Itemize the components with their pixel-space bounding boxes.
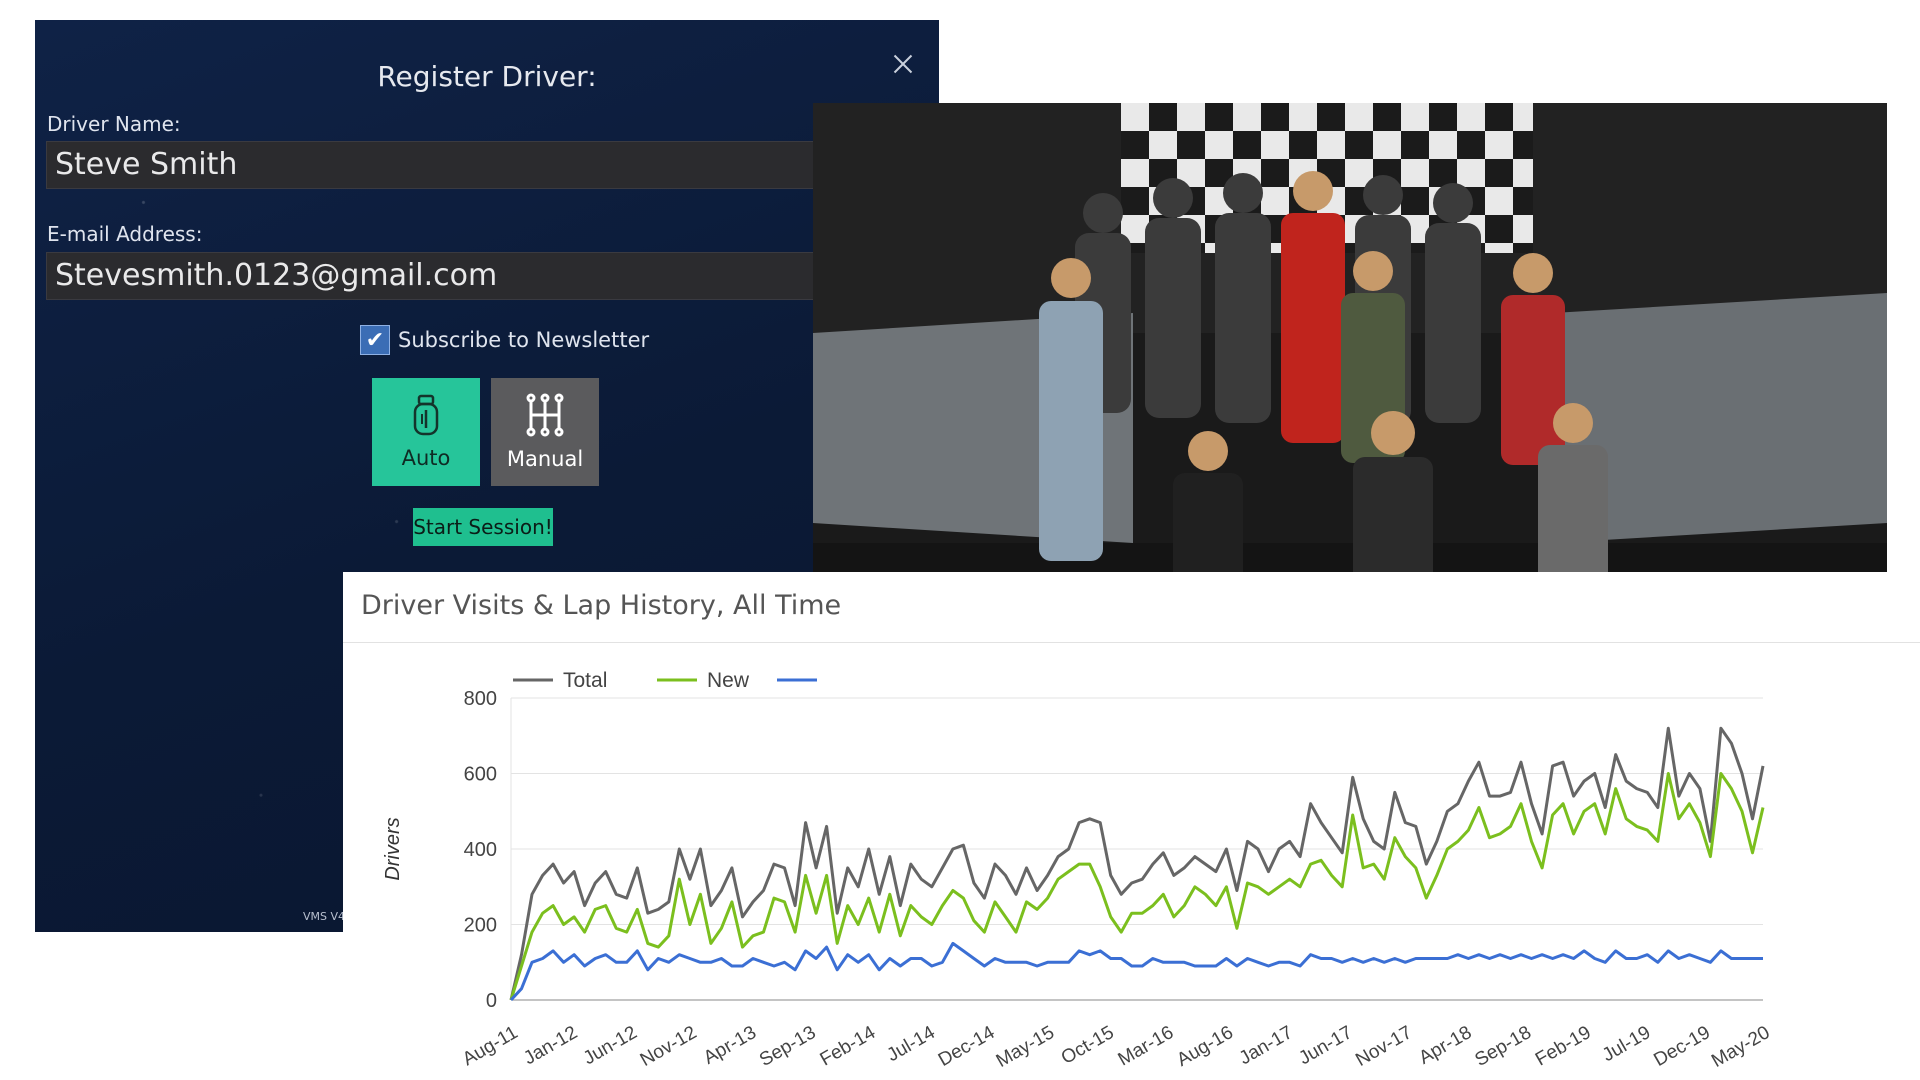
x-tick-label: May-15 [993,1022,1058,1072]
x-tick-label: Feb-14 [817,1022,880,1071]
legend-label: New [707,669,750,692]
email-label: E-mail Address: [47,222,203,246]
x-tick-label: Nov-12 [637,1022,701,1071]
x-tick-label: Jun-12 [580,1022,641,1069]
x-tick-label: Apr-18 [1416,1022,1476,1069]
checkmark-icon: ✔ [365,327,385,353]
line-chart: 0200400600800DriversAug-11Jan-12Jun-12No… [382,669,1774,1072]
newsletter-label: Subscribe to Newsletter [398,328,650,352]
x-tick-label: Jul-19 [1599,1022,1654,1066]
x-tick-label: Nov-17 [1352,1022,1416,1071]
y-tick-label: 600 [464,764,497,786]
start-session-button[interactable]: Start Session! [413,508,553,546]
x-tick-label: Mar-16 [1115,1022,1178,1070]
manual-gear-icon [526,393,564,437]
close-icon[interactable] [889,50,917,78]
newsletter-checkbox[interactable]: ✔ [360,325,390,355]
chart-card: Driver Visits & Lap History, All Time 02… [343,572,1920,1080]
y-tick-label: 800 [464,688,497,710]
x-tick-label: Jan-17 [1236,1022,1297,1069]
version-label: VMS V4 [303,910,346,923]
manual-transmission-button[interactable]: Manual [491,378,599,486]
dialog-title: Register Driver: [377,60,597,93]
x-tick-label: Feb-19 [1532,1022,1595,1070]
x-tick-label: Aug-11 [459,1022,521,1070]
x-tick-label: Dec-14 [935,1022,999,1071]
y-axis-label: Drivers [382,817,404,880]
x-tick-label: Aug-16 [1173,1022,1237,1071]
email-input[interactable]: Stevesmith.0123@gmail.com [46,252,926,300]
y-tick-label: 200 [464,915,497,937]
newsletter-row: ✔ Subscribe to Newsletter [360,325,649,355]
x-tick-label: Jun-17 [1295,1022,1356,1069]
legend-label: Total [563,669,607,692]
auto-transmission-button[interactable]: Auto [372,378,480,486]
y-tick-label: 0 [486,990,497,1012]
series-line-series-3 [509,941,1763,1002]
driver-name-label: Driver Name: [47,112,181,136]
series-line-total [509,726,1765,1001]
x-tick-label: Sep-18 [1471,1022,1535,1071]
auto-label: Auto [401,446,451,470]
x-tick-label: Jan-12 [520,1022,581,1069]
x-tick-label: Sep-13 [756,1022,820,1071]
x-tick-label: Dec-19 [1650,1022,1714,1071]
x-tick-label: Apr-13 [700,1022,760,1069]
x-tick-label: May-20 [1708,1022,1773,1072]
y-tick-label: 400 [464,839,497,861]
manual-label: Manual [506,447,584,471]
driver-name-input[interactable]: Steve Smith [46,141,926,189]
x-tick-label: Jul-14 [884,1022,940,1066]
x-tick-label: Oct-15 [1058,1022,1118,1069]
automatic-gear-icon [413,394,439,436]
